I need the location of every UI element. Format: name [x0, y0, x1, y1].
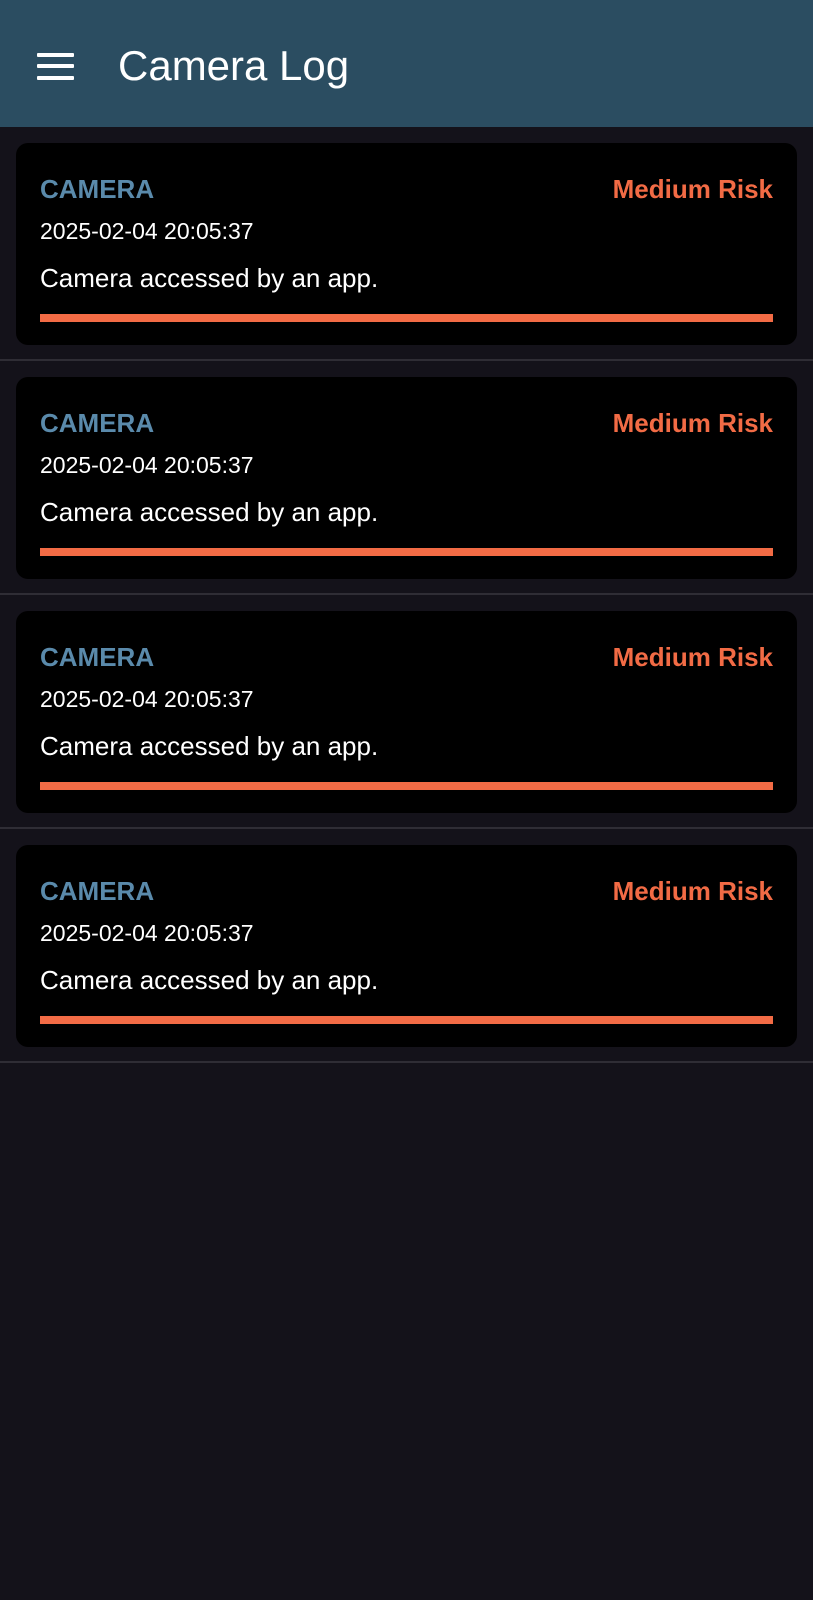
log-description: Camera accessed by an app.	[40, 965, 379, 995]
log-card[interactable]: CAMERA Medium Risk 2025-02-04 20:05:37 C…	[16, 143, 797, 345]
log-card[interactable]: CAMERA Medium Risk 2025-02-04 20:05:37 C…	[16, 377, 797, 579]
log-description: Camera accessed by an app.	[40, 731, 379, 761]
risk-indicator-fill	[40, 314, 773, 322]
log-row: CAMERA Medium Risk 2025-02-04 20:05:37 C…	[0, 127, 813, 361]
log-timestamp: 2025-02-04 20:05:37	[40, 686, 254, 712]
log-timestamp: 2025-02-04 20:05:37	[40, 218, 254, 244]
risk-indicator-bar	[40, 782, 773, 790]
log-row: CAMERA Medium Risk 2025-02-04 20:05:37 C…	[0, 829, 813, 1063]
log-type-label: CAMERA	[40, 876, 155, 906]
risk-level-label: Medium Risk	[612, 876, 773, 906]
risk-level-label: Medium Risk	[612, 174, 773, 204]
risk-indicator-bar	[40, 548, 773, 556]
app-bar: Camera Log	[0, 0, 813, 127]
log-type-label: CAMERA	[40, 408, 155, 438]
log-list: CAMERA Medium Risk 2025-02-04 20:05:37 C…	[0, 127, 813, 1063]
risk-indicator-fill	[40, 1016, 773, 1024]
log-description: Camera accessed by an app.	[40, 263, 379, 293]
risk-indicator-bar	[40, 1016, 773, 1024]
log-card[interactable]: CAMERA Medium Risk 2025-02-04 20:05:37 C…	[16, 611, 797, 813]
hamburger-menu-icon	[36, 52, 74, 80]
risk-indicator-fill	[40, 782, 773, 790]
risk-indicator-fill	[40, 548, 773, 556]
log-row: CAMERA Medium Risk 2025-02-04 20:05:37 C…	[0, 595, 813, 829]
log-timestamp: 2025-02-04 20:05:37	[40, 920, 254, 946]
menu-button[interactable]	[24, 35, 86, 97]
log-timestamp: 2025-02-04 20:05:37	[40, 452, 254, 478]
log-type-label: CAMERA	[40, 642, 155, 672]
log-description: Camera accessed by an app.	[40, 497, 379, 527]
log-type-label: CAMERA	[40, 174, 155, 204]
risk-level-label: Medium Risk	[612, 408, 773, 438]
log-row: CAMERA Medium Risk 2025-02-04 20:05:37 C…	[0, 361, 813, 595]
log-card[interactable]: CAMERA Medium Risk 2025-02-04 20:05:37 C…	[16, 845, 797, 1047]
risk-level-label: Medium Risk	[612, 642, 773, 672]
page-title: Camera Log	[118, 42, 350, 89]
risk-indicator-bar	[40, 314, 773, 322]
